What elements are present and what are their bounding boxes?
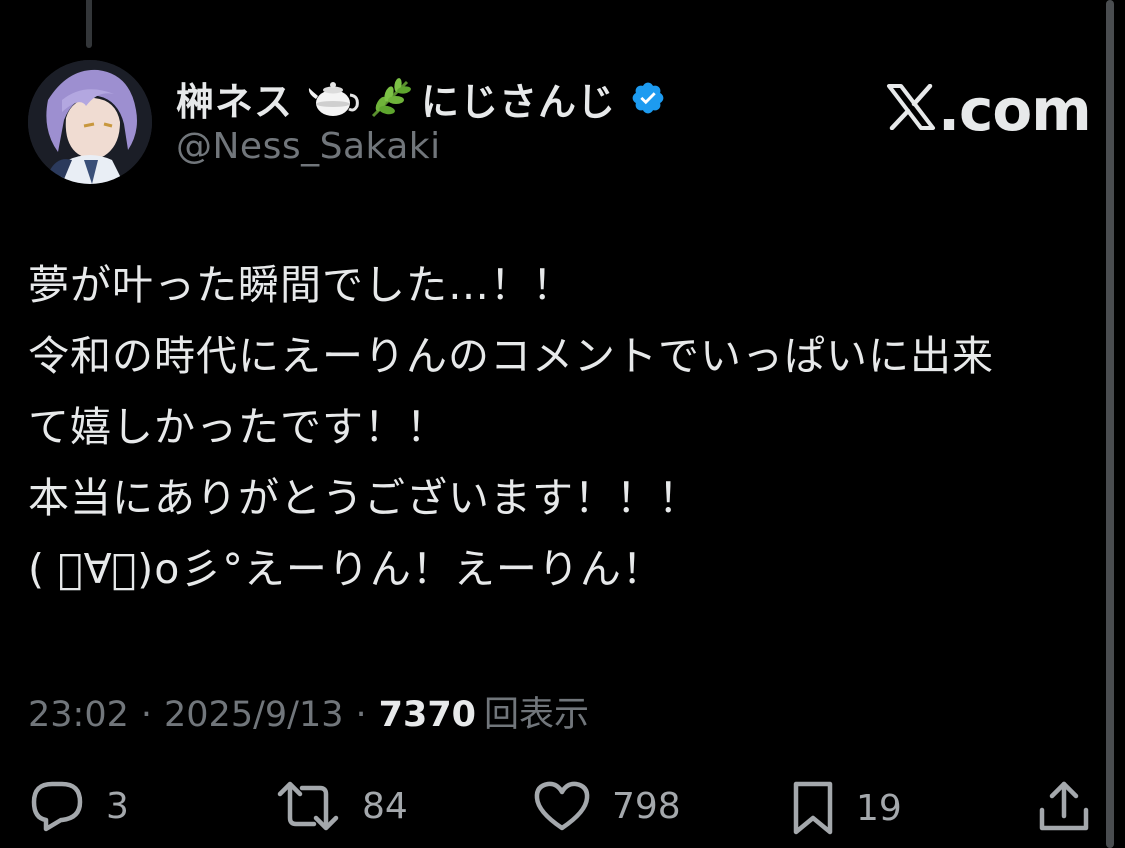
reply-icon xyxy=(28,778,86,834)
tweet-line: 夢が叶った瞬間でした…！！ xyxy=(28,261,574,309)
heart-icon xyxy=(532,778,592,834)
name-row: 榊ネス にじさんじ xyxy=(176,70,666,126)
avatar[interactable] xyxy=(28,60,152,184)
views-label: 回表示 xyxy=(484,695,590,735)
action-bar: 3 84 798 19 xyxy=(0,772,1125,842)
retweet-button[interactable]: 84 xyxy=(274,778,408,834)
display-name[interactable]: 榊ネス xyxy=(176,71,293,126)
verified-badge-icon xyxy=(630,80,666,116)
tweet-line: 本当にありがとうございます！！！ xyxy=(28,474,700,522)
like-button[interactable]: 798 xyxy=(532,778,681,834)
tweet-line: 令和の時代にえーりんのコメントでいっぱいに出来 xyxy=(28,332,994,380)
brand-domain: .com xyxy=(938,76,1092,144)
reply-button[interactable]: 3 xyxy=(28,778,129,834)
meta-separator: · xyxy=(140,695,153,735)
like-count: 798 xyxy=(612,785,681,827)
meta-separator: · xyxy=(355,695,367,735)
bookmark-button[interactable]: 19 xyxy=(790,778,902,838)
share-icon xyxy=(1036,778,1092,834)
tweet-line: て嬉しかったです！！ xyxy=(28,403,448,451)
bookmark-count: 19 xyxy=(856,787,902,829)
views-count[interactable]: 7370 xyxy=(379,695,476,735)
share-button[interactable] xyxy=(1036,778,1092,834)
tweet-header: 榊ネス にじさんじ @Ness_Sakaki xyxy=(176,70,666,167)
teapot-icon xyxy=(307,76,359,120)
tweet-date[interactable]: 2025/9/13 xyxy=(164,695,343,735)
reply-count: 3 xyxy=(106,785,129,827)
tweet-time[interactable]: 23:02 xyxy=(28,695,129,735)
x-logo-icon xyxy=(886,76,936,144)
thread-connector-line xyxy=(86,0,92,48)
tweet-text: 夢が叶った瞬間でした…！！ 令和の時代にえーりんのコメントでいっぱいに出来 て嬉… xyxy=(28,250,1088,605)
retweet-icon xyxy=(274,778,342,834)
affiliation-name[interactable]: にじさんじ xyxy=(421,71,616,126)
user-handle[interactable]: @Ness_Sakaki xyxy=(176,126,666,167)
herb-icon xyxy=(367,76,413,120)
retweet-count: 84 xyxy=(362,785,408,827)
tweet-line: ( ﾟ∀ﾟ)o彡°えーりん！えーりん！ xyxy=(28,545,664,593)
bookmark-icon xyxy=(790,778,836,838)
scrollbar[interactable] xyxy=(1106,0,1114,848)
brand-link[interactable]: .com xyxy=(886,76,1092,144)
tweet-meta: 23:02 · 2025/9/13 · 7370 回表示 xyxy=(28,686,589,737)
